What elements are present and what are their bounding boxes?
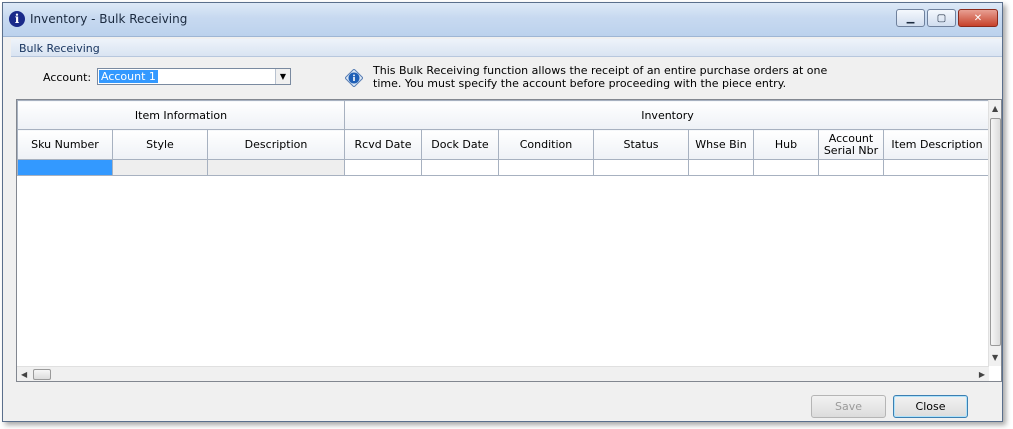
grid-cell[interactable] <box>498 159 594 176</box>
bulk-receiving-window: i Inventory - Bulk Receiving ▁ ▢ ✕ Bulk … <box>2 2 1003 422</box>
grid-cell[interactable] <box>112 159 208 176</box>
maximize-button[interactable]: ▢ <box>927 9 956 27</box>
scroll-down-icon[interactable]: ▼ <box>992 353 998 362</box>
column-header-description[interactable]: Description <box>207 129 345 160</box>
group-label: Bulk Receiving <box>19 42 100 55</box>
account-label: Account: <box>43 71 92 84</box>
column-header-style[interactable]: Style <box>112 129 208 160</box>
horizontal-scrollbar[interactable]: ◀ ▶ <box>17 366 989 381</box>
grid-cell[interactable] <box>593 159 689 176</box>
column-header-item-description[interactable]: Item Description <box>883 129 991 160</box>
account-dropdown[interactable]: Account 1 ▼ <box>97 68 291 85</box>
group-header-item-information: Item Information <box>17 100 345 130</box>
grid-cell[interactable] <box>421 159 499 176</box>
group-header: Bulk Receiving <box>11 39 1002 57</box>
grid-cell[interactable] <box>753 159 819 176</box>
column-header-whse-bin[interactable]: Whse Bin <box>688 129 754 160</box>
info-icon: i <box>9 11 25 27</box>
horizontal-scroll-thumb[interactable] <box>33 369 51 380</box>
chevron-down-icon[interactable]: ▼ <box>275 69 290 84</box>
scroll-left-icon[interactable]: ◀ <box>21 370 27 379</box>
column-header-condition[interactable]: Condition <box>498 129 594 160</box>
column-header-sku-number[interactable]: Sku Number <box>17 129 113 160</box>
receiving-grid: Item Information Inventory Sku Number St… <box>16 99 1002 382</box>
close-button[interactable]: Close <box>893 395 968 418</box>
maximize-icon: ▢ <box>936 12 947 24</box>
info-icon <box>345 69 363 87</box>
grid-cell[interactable] <box>344 159 422 176</box>
title-bar[interactable]: i Inventory - Bulk Receiving ▁ ▢ ✕ <box>3 3 1002 37</box>
vertical-scrollbar[interactable]: ▲ ▼ <box>988 100 1001 366</box>
info-message: This Bulk Receiving function allows the … <box>373 64 828 90</box>
grid-table: Item Information Inventory Sku Number St… <box>17 100 991 176</box>
scroll-right-icon[interactable]: ▶ <box>979 370 985 379</box>
column-header-hub[interactable]: Hub <box>753 129 819 160</box>
minimize-icon: ▁ <box>906 12 915 24</box>
account-value: Account 1 <box>99 70 158 83</box>
column-header-dock-date[interactable]: Dock Date <box>421 129 499 160</box>
grid-cell[interactable] <box>818 159 884 176</box>
minimize-button[interactable]: ▁ <box>896 9 925 27</box>
close-window-button[interactable]: ✕ <box>958 9 998 27</box>
table-row[interactable] <box>17 159 991 176</box>
grid-cell[interactable] <box>17 159 113 176</box>
column-header-status[interactable]: Status <box>593 129 689 160</box>
grid-cell[interactable] <box>207 159 345 176</box>
close-icon: ✕ <box>973 12 983 24</box>
window-title: Inventory - Bulk Receiving <box>30 12 188 26</box>
column-header-account-serial-nbr[interactable]: Account Serial Nbr <box>818 129 884 160</box>
scroll-up-icon[interactable]: ▲ <box>992 104 998 113</box>
vertical-scroll-thumb[interactable] <box>990 118 1001 346</box>
save-button[interactable]: Save <box>811 395 886 418</box>
grid-cell[interactable] <box>883 159 991 176</box>
column-header-rcvd-date[interactable]: Rcvd Date <box>344 129 422 160</box>
grid-cell[interactable] <box>688 159 754 176</box>
group-header-inventory: Inventory <box>344 100 991 130</box>
